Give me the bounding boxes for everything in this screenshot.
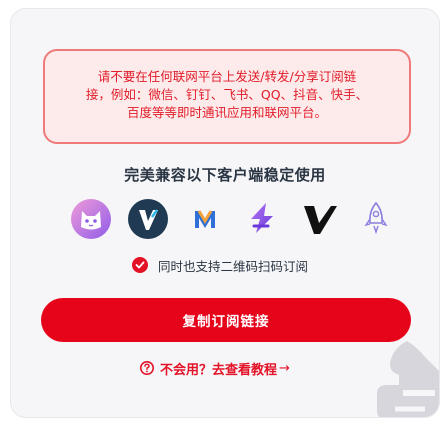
stash-bolt-icon[interactable] <box>240 197 284 241</box>
warning-line: 百度等等即时通讯应用和联网平台。 <box>126 105 327 120</box>
qr-support-label: 同时也支持二维码扫码订阅 <box>158 258 309 274</box>
help-bubble-icon <box>139 360 155 376</box>
warning-line: 接，例如：微信、钉钉、飞书、QQ、抖音、快手、 <box>85 87 369 102</box>
rocket-icon[interactable] <box>354 197 398 241</box>
vpn-v-icon[interactable] <box>297 197 341 241</box>
cat-app-icon[interactable] <box>69 197 113 241</box>
decorative-graphic <box>365 337 439 417</box>
compat-title: 完美兼容以下客户端稳定使用 <box>124 166 326 184</box>
check-icon <box>132 257 148 273</box>
qr-support-row[interactable]: 同时也支持二维码扫码订阅 <box>132 255 308 275</box>
v2ray-v-icon[interactable] <box>126 197 170 241</box>
warning-line: 请不要在任何联网平台上发送/转发/分享订阅链 <box>97 69 357 84</box>
tutorial-link-text: 不会用？去查看教程 <box>160 362 278 378</box>
mailbox-m-icon[interactable] <box>183 197 227 241</box>
warning-box: 请不要在任何联网平台上发送/转发/分享订阅链 接，例如：微信、钉钉、飞书、QQ、… <box>43 49 411 144</box>
tutorial-link[interactable]: 不会用？去查看教程 → <box>139 358 290 378</box>
subscription-card: 请不要在任何联网平台上发送/转发/分享订阅链 接，例如：微信、钉钉、飞书、QQ、… <box>10 8 440 418</box>
client-app-list <box>69 197 389 243</box>
arrow-right-icon: → <box>279 360 290 376</box>
copy-subscription-button[interactable]: 复制订阅链接 <box>41 298 411 342</box>
